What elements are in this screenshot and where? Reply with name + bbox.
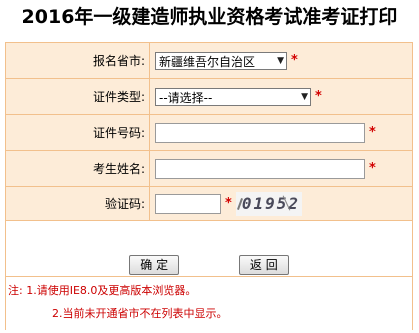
captcha-image[interactable]: 01952: [235, 191, 302, 216]
captcha-image-text: 01952: [241, 193, 300, 213]
name-label: 考生姓名:: [5, 150, 150, 187]
required-marker: *: [225, 196, 232, 211]
captcha-row: 验证码: * 01952: [5, 186, 413, 221]
required-marker: *: [369, 161, 376, 176]
id-number-input[interactable]: [155, 122, 365, 143]
id-number-row: 证件号码: *: [5, 114, 413, 151]
id-number-field-cell: *: [149, 114, 413, 151]
id-type-selected-value: --请选择--: [159, 90, 213, 105]
required-marker: *: [315, 89, 322, 104]
captcha-label: 验证码:: [5, 186, 150, 221]
note-province-availability: 2.当前未开通省市不在列表中显示。: [52, 307, 228, 320]
province-label: 报名省市:: [5, 42, 150, 79]
note-browser-requirement: 注: 1.请使用IE8.0及更高版本浏览器。: [8, 284, 197, 297]
id-type-select[interactable]: --请选择-- ▼: [155, 87, 311, 106]
buttons-row: 确 定 返 回: [5, 220, 413, 277]
required-marker: *: [369, 125, 376, 140]
exam-ticket-form: 报名省市: 新疆维吾尔自治区 ▼ * 证件类型: --请选择-- ▼ * 证件号…: [5, 42, 413, 277]
province-field-cell: 新疆维吾尔自治区 ▼ *: [149, 42, 413, 79]
id-type-label: 证件类型:: [5, 78, 150, 115]
back-button[interactable]: 返 回: [238, 254, 289, 275]
captcha-input[interactable]: [155, 193, 221, 214]
dropdown-arrow-icon: ▼: [301, 91, 308, 102]
required-marker: *: [291, 53, 298, 68]
notes-panel: 注: 1.请使用IE8.0及更高版本浏览器。 2.当前未开通省市不在列表中显示。: [5, 276, 413, 330]
province-selected-value: 新疆维吾尔自治区: [159, 54, 256, 69]
name-row: 考生姓名: *: [5, 150, 413, 187]
id-number-label: 证件号码:: [5, 114, 150, 151]
province-select[interactable]: 新疆维吾尔自治区 ▼: [155, 51, 287, 70]
id-type-row: 证件类型: --请选择-- ▼ *: [5, 78, 413, 115]
id-type-field-cell: --请选择-- ▼ *: [149, 78, 413, 115]
page-title: 2016年一级建造师执业资格考试准考证打印: [21, 6, 398, 28]
name-field-cell: *: [149, 150, 413, 187]
captcha-field-cell: * 01952: [149, 186, 413, 221]
confirm-button[interactable]: 确 定: [129, 254, 180, 275]
province-row: 报名省市: 新疆维吾尔自治区 ▼ *: [5, 42, 413, 79]
buttons-cell: 确 定 返 回: [5, 220, 413, 277]
dropdown-arrow-icon: ▼: [277, 55, 284, 66]
name-input[interactable]: [155, 158, 365, 179]
